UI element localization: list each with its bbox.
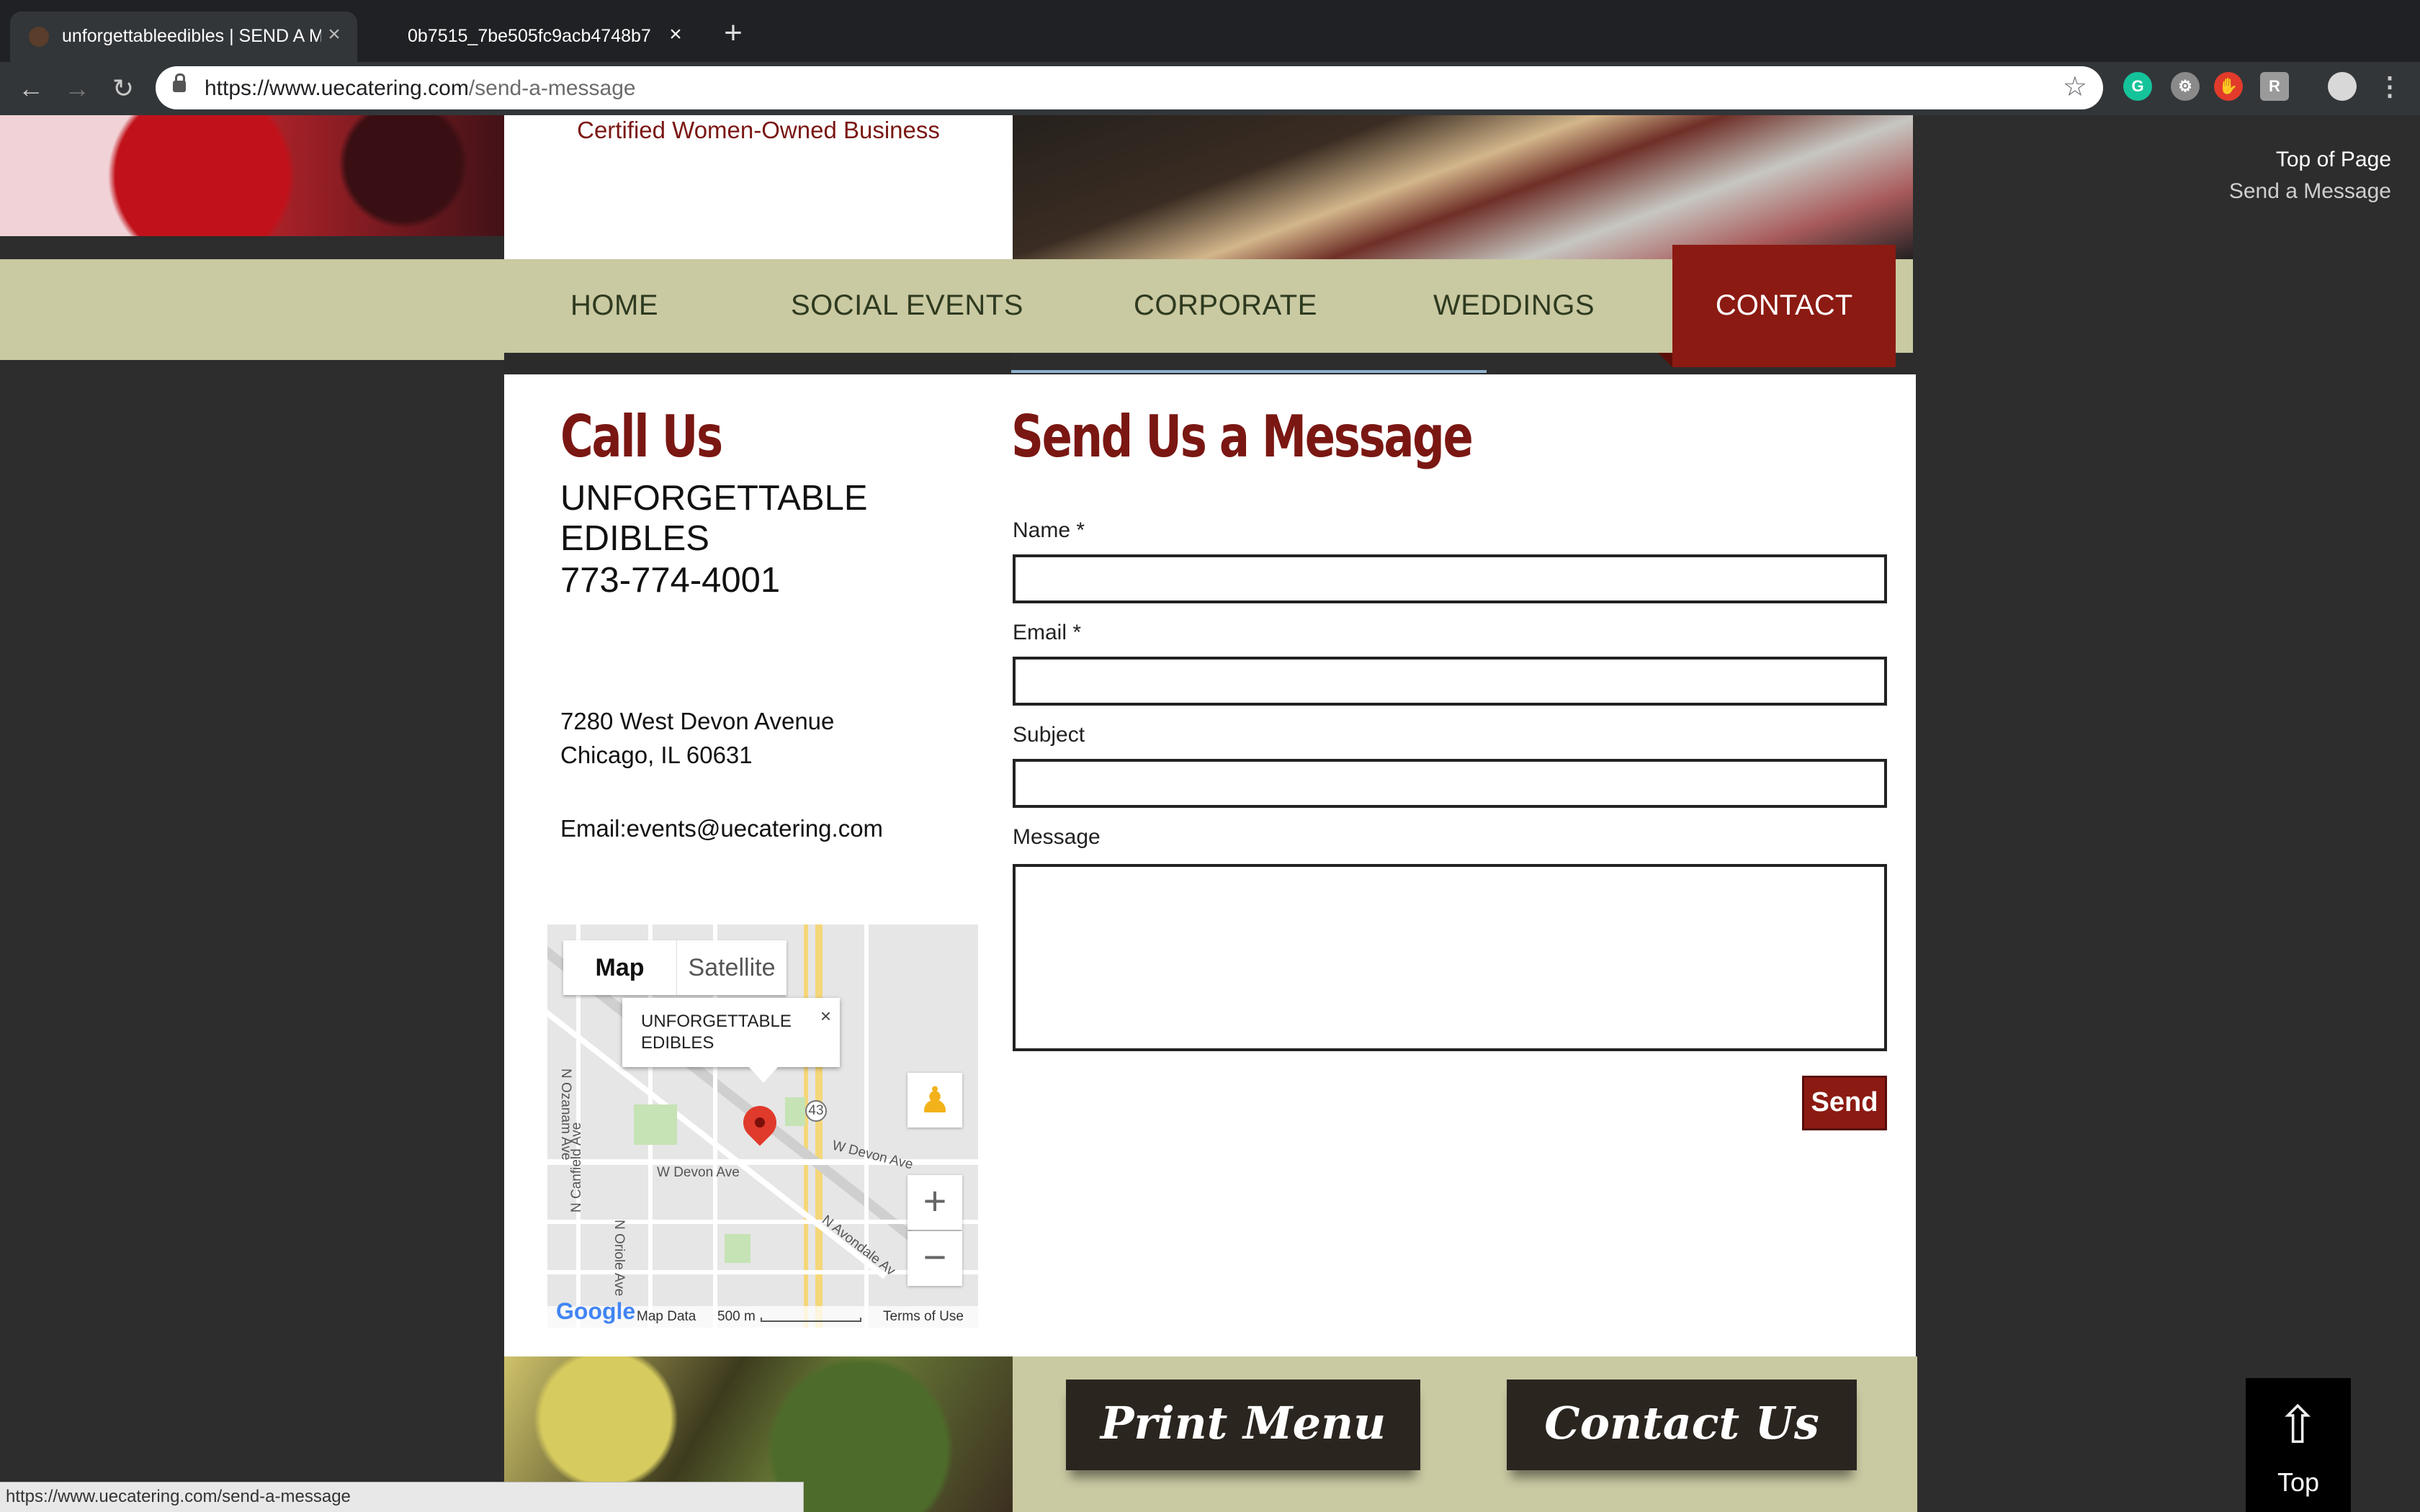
google-logo: Google [556, 1298, 636, 1324]
nav-weddings[interactable]: WEDDINGS [1433, 289, 1595, 322]
map-data-link[interactable]: Map Data [637, 1309, 696, 1325]
tab-title: unforgettableedibles | SEND A MESSAGE [62, 26, 321, 46]
dessert-banner-image [0, 115, 504, 236]
map-type-control: Map Satellite [563, 940, 786, 995]
email-text[interactable]: Email:events@uecatering.com [560, 815, 883, 842]
contact-us-button[interactable]: Contact Us [1507, 1380, 1857, 1470]
grammarly-extension-icon[interactable]: G [2123, 72, 2152, 101]
name-label: Name * [1013, 518, 1085, 542]
anchor-top-of-page[interactable]: Top of Page [2229, 144, 2391, 176]
tab-close-icon[interactable]: × [664, 23, 687, 46]
divider-strip [504, 353, 1011, 374]
info-window-title: UNFORGETTABLE EDIBLES [641, 1012, 792, 1053]
map-scale: 500 m [717, 1309, 756, 1324]
bookmark-star-icon[interactable]: ☆ [2063, 71, 2087, 103]
nav-band-left [0, 259, 504, 360]
send-message-heading: Send Us a Message [1011, 403, 1474, 470]
status-bar-url: https://www.uecatering.com/send-a-messag… [0, 1482, 804, 1512]
extension-icon[interactable]: R [2260, 72, 2289, 101]
subject-label: Subject [1013, 723, 1085, 747]
tab-inactive[interactable]: 0b7515_7be505fc9acb4748b7 × [367, 12, 699, 62]
tab-close-icon[interactable]: × [323, 23, 346, 46]
route-shield: 43 [805, 1100, 827, 1122]
top-label: Top [2277, 1467, 2320, 1497]
nav-contact[interactable]: CONTACT [1672, 289, 1896, 322]
anchor-send-message[interactable]: Send a Message [2229, 176, 2391, 207]
back-to-top-button[interactable]: ⇧ Top [2246, 1378, 2351, 1512]
page-anchor-menu: Top of Page Send a Message [2229, 144, 2391, 207]
print-menu-button[interactable]: Print Menu [1066, 1380, 1420, 1470]
subject-field[interactable] [1013, 759, 1887, 808]
divider-accent [1011, 370, 1487, 373]
satellite-tab[interactable]: Satellite [677, 940, 786, 995]
nav-social-events[interactable]: SOCIAL EVENTS [791, 289, 1023, 322]
tab-active[interactable]: unforgettableedibles | SEND A MESSAGE × [10, 12, 357, 62]
street-label: N Oriole Ave [611, 1220, 627, 1297]
extension-off-icon[interactable]: ⚙ [2171, 72, 2200, 101]
close-icon[interactable]: × [820, 1005, 831, 1027]
lock-icon [173, 73, 186, 92]
forward-icon[interactable]: → [60, 72, 94, 105]
arrow-up-icon: ⇧ [2276, 1397, 2320, 1454]
sandwich-banner-image [1013, 115, 1913, 259]
message-label: Message [1013, 825, 1101, 849]
nav-corporate[interactable]: CORPORATE [1134, 289, 1317, 322]
url-text: https://www.uecatering.com/send-a-messag… [205, 76, 636, 100]
zoom-out-button[interactable]: − [908, 1231, 962, 1286]
address-line1: 7280 West Devon Avenue [560, 708, 835, 734]
zoom-in-button[interactable]: + [908, 1175, 962, 1230]
tagline: Certified Women-Owned Business [577, 117, 940, 143]
address: 7280 West Devon Avenue Chicago, IL 60631 [560, 704, 834, 772]
new-tab-icon[interactable]: + [717, 17, 749, 50]
nav-home[interactable]: HOME [570, 289, 658, 322]
tab-title: 0b7515_7be505fc9acb4748b7 [408, 26, 651, 46]
back-icon[interactable]: ← [14, 72, 48, 105]
reload-icon[interactable]: ↻ [107, 72, 140, 105]
send-button[interactable]: Send [1802, 1076, 1887, 1130]
terms-link[interactable]: Terms of Use [883, 1309, 964, 1325]
address-bar[interactable]: https://www.uecatering.com/send-a-messag… [156, 66, 2103, 109]
street-view-pegman-icon[interactable]: ♟ [908, 1073, 962, 1128]
email-label: Email * [1013, 621, 1082, 644]
map-footer: Google Map Data 500 m Terms of Use [547, 1298, 978, 1328]
name-field[interactable] [1013, 554, 1887, 603]
company-name: UNFORGETTABLE EDIBLES [560, 479, 868, 558]
phone-number: 773-774-4001 [560, 561, 781, 600]
tab-strip [0, 0, 2420, 62]
adblock-extension-icon[interactable]: ✋ [2214, 72, 2243, 101]
menu-kebab-icon[interactable]: ⋮ [2375, 72, 2404, 101]
profile-avatar[interactable] [2328, 72, 2357, 101]
street-label: W Devon Ave [657, 1165, 740, 1180]
address-line2: Chicago, IL 60631 [560, 742, 753, 768]
map-tab[interactable]: Map [563, 940, 677, 995]
site-favicon-icon [29, 27, 49, 47]
message-field[interactable] [1013, 864, 1887, 1051]
street-label: W Devon Ave [830, 1138, 915, 1173]
scale-bar [761, 1318, 861, 1322]
map-info-window: UNFORGETTABLE EDIBLES × [622, 998, 840, 1083]
call-us-heading: Call Us [560, 403, 723, 470]
street-label: N Canfield Ave [569, 1122, 584, 1212]
email-field[interactable] [1013, 657, 1887, 706]
google-map[interactable]: W Devon Ave W Devon Ave N Oriole Ave N O… [547, 924, 978, 1328]
